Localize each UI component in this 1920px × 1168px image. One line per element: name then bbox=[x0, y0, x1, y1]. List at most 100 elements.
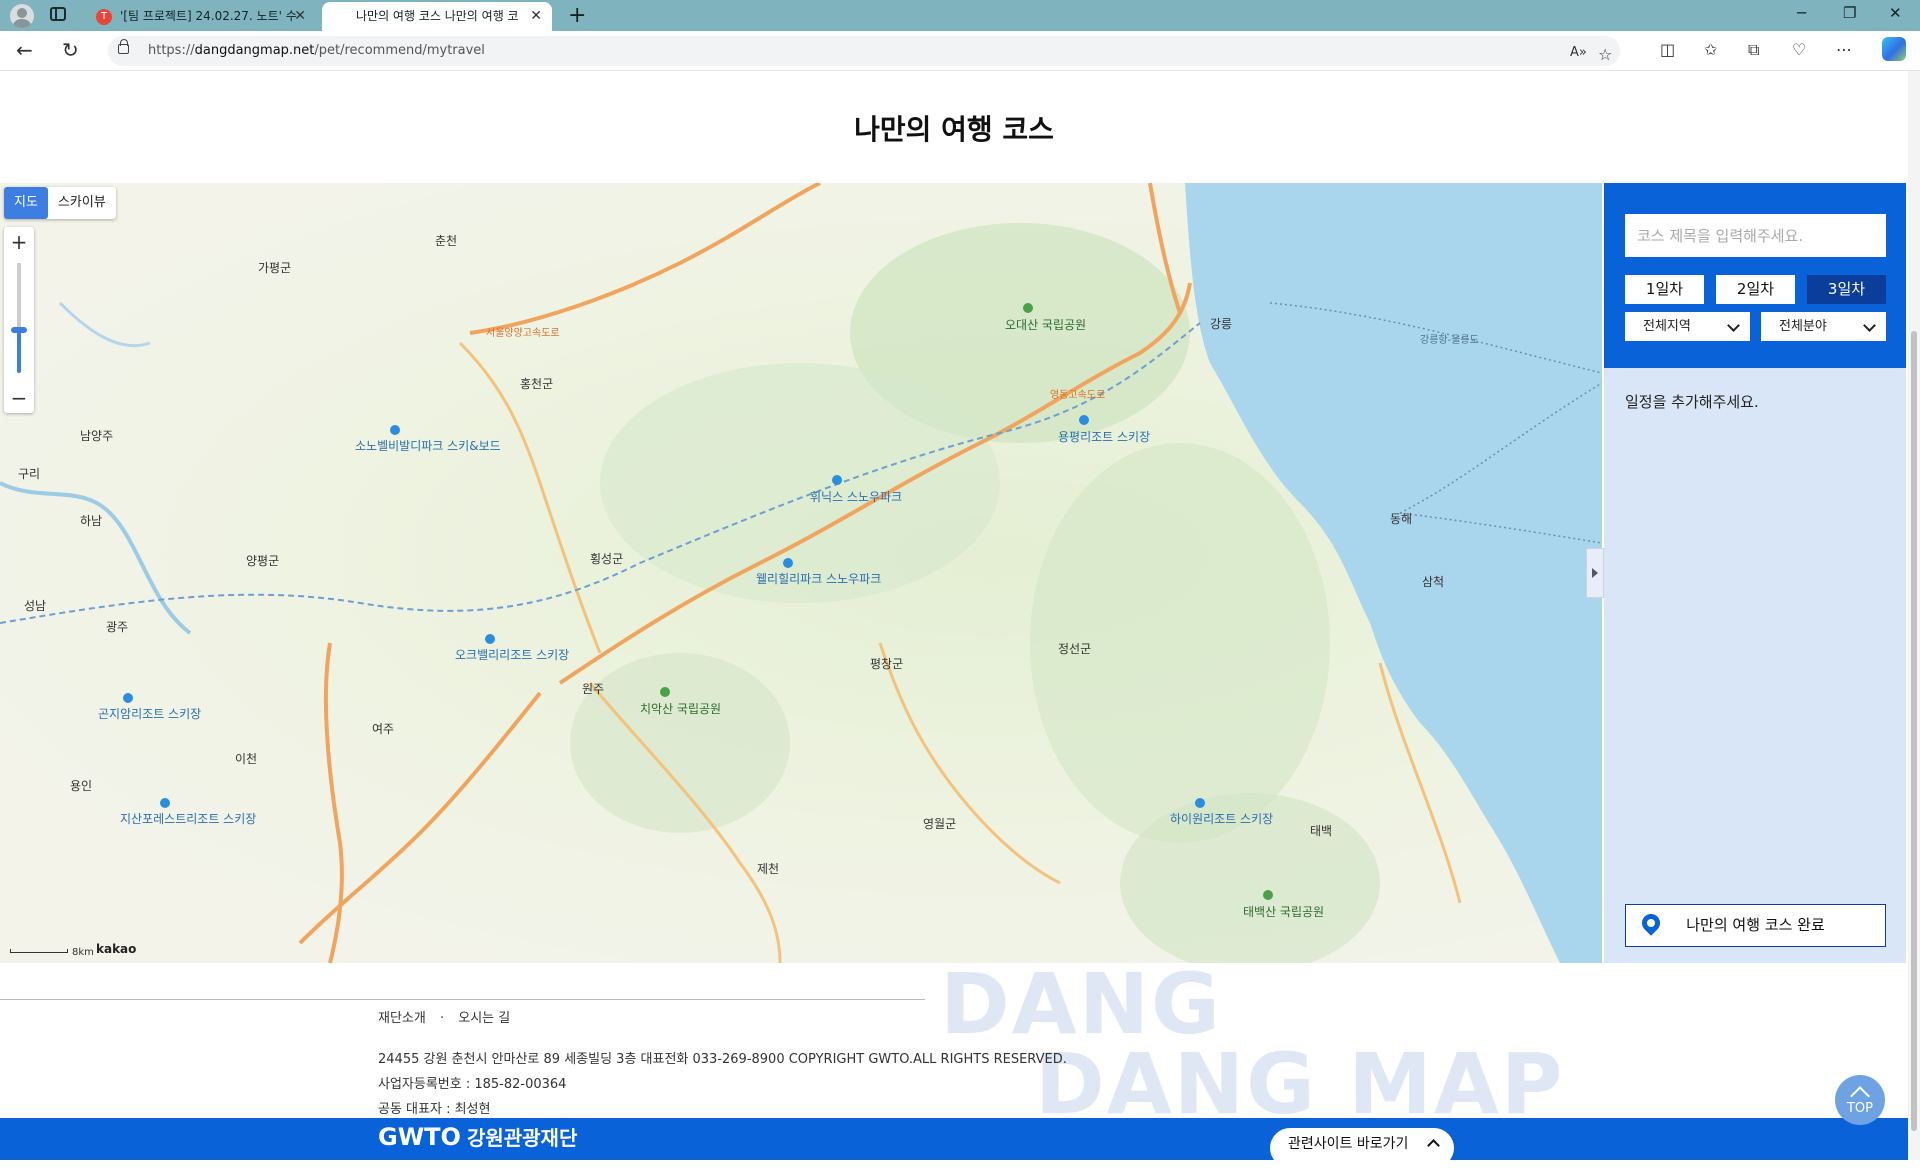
map-label-hongcheon: 홍천군 bbox=[520, 376, 553, 391]
map-label-pyeongchang: 평창군 bbox=[870, 657, 903, 671]
footer-divider bbox=[0, 999, 925, 1000]
zoom-in-button[interactable]: + bbox=[4, 227, 34, 257]
map-label-oakvalley: 오크밸리리조트 스키장 bbox=[455, 648, 569, 662]
map-label-wellihilli: 웰리힐리파크 스노우파크 bbox=[756, 572, 881, 586]
profile-avatar-icon[interactable] bbox=[10, 4, 34, 28]
browser-address-bar: ← ↻ https://dangdangmap.net/pet/recommen… bbox=[0, 31, 1920, 71]
map-label-hanam: 하남 bbox=[80, 514, 102, 528]
copilot-icon[interactable] bbox=[1882, 37, 1906, 61]
map-label-gapyeong: 가평군 bbox=[258, 261, 291, 275]
kakao-logo: kakao bbox=[96, 942, 137, 956]
gwto-logo: GWTO 강원관광재단 bbox=[378, 1123, 578, 1151]
window-close-icon[interactable]: ✕ bbox=[1889, 4, 1902, 22]
browser-essentials-icon[interactable]: ♡ bbox=[1792, 40, 1806, 59]
course-panel-header: 1일차 2일차 3일차 전체지역 전체분야 bbox=[1604, 183, 1906, 368]
map-label-odaesan: 오대산 국립공원 bbox=[1005, 318, 1086, 332]
map-label-yeoju: 여주 bbox=[372, 722, 394, 736]
new-tab-icon[interactable]: + bbox=[568, 3, 586, 29]
browser-tab-mytravel[interactable]: 나만의 여행 코스 나만의 여행 코 ✕ bbox=[322, 2, 552, 31]
footer-link-directions[interactable]: 오시는 길 bbox=[458, 1011, 510, 1026]
map-label-seoulyangyang-expressway: 서울양양고속도로 bbox=[486, 327, 560, 339]
category-select[interactable]: 전체분야 bbox=[1761, 312, 1886, 341]
map-label-yongpyong: 용평리조트 스키장 bbox=[1058, 430, 1150, 444]
read-aloud-icon[interactable]: A» bbox=[1570, 45, 1587, 60]
chevron-down-icon bbox=[1863, 319, 1876, 332]
map-label-ferry-route: 강릉항-울릉도 bbox=[1420, 334, 1479, 346]
chevron-up-icon bbox=[1427, 1139, 1440, 1152]
map-label-yangpyeong: 양평군 bbox=[246, 554, 279, 568]
footer-business-no: 사업자등록번호 : 185-82-00364 bbox=[378, 1077, 567, 1092]
map-pin-icon bbox=[1638, 910, 1664, 936]
map-view[interactable]: 춘천 강릉 홍천군 횡성군 원주 평창군 정선군 동해 삼척 영월군 제천 태백… bbox=[0, 183, 1602, 963]
map-canvas: 춘천 강릉 홍천군 횡성군 원주 평창군 정선군 동해 삼척 영월군 제천 태백… bbox=[0, 183, 1602, 963]
refresh-icon[interactable]: ↻ bbox=[62, 39, 79, 61]
back-icon[interactable]: ← bbox=[16, 39, 33, 61]
zoom-slider-handle[interactable] bbox=[11, 327, 27, 333]
browser-tab-notes[interactable]: T '[팀 프로젝트] 24.02.27. 노트' 수 ✕ bbox=[86, 2, 316, 31]
map-label-jisan: 지산포레스트리조트 스키장 bbox=[120, 812, 256, 826]
map-label-konjiam: 곤지암리조트 스키장 bbox=[98, 707, 201, 721]
complete-course-label: 나만의 여행 코스 완료 bbox=[1686, 916, 1825, 934]
region-select-value: 전체지역 bbox=[1643, 319, 1691, 334]
tab-actions-icon[interactable] bbox=[50, 7, 66, 21]
page-scrollbar[interactable] bbox=[1908, 71, 1920, 1160]
favorite-star-icon[interactable]: ☆ bbox=[1598, 45, 1612, 64]
map-label-taebaeksan: 태백산 국립공원 bbox=[1243, 905, 1324, 919]
map-type-map-button[interactable]: 지도 bbox=[4, 187, 48, 219]
map-label-jecheon: 제천 bbox=[757, 861, 779, 876]
footer-address: 24455 강원 춘천시 안마산로 89 세종빌딩 3층 대표전화 033-26… bbox=[378, 1052, 1067, 1067]
map-label-gwangju: 광주 bbox=[106, 620, 128, 634]
map-label-high1: 하이원리조트 스키장 bbox=[1170, 812, 1273, 826]
close-tab-icon[interactable]: ✕ bbox=[530, 2, 542, 31]
region-select[interactable]: 전체지역 bbox=[1625, 312, 1750, 341]
empty-schedule-message: 일정을 추가해주세요. bbox=[1625, 393, 1759, 411]
zoom-out-button[interactable]: − bbox=[4, 383, 34, 413]
day-3-button[interactable]: 3일차 bbox=[1807, 275, 1886, 304]
map-label-seongnam: 성남 bbox=[24, 599, 46, 613]
related-sites-label: 관련사이트 바로가기 bbox=[1288, 1136, 1409, 1152]
map-label-icheon: 이천 bbox=[235, 751, 257, 766]
map-label-chuncheon: 춘천 bbox=[435, 233, 457, 248]
map-label-taebaek: 태백 bbox=[1310, 824, 1332, 838]
map-scale-label: 8km bbox=[72, 947, 94, 958]
split-screen-icon[interactable]: ◫ bbox=[1660, 40, 1675, 59]
related-sites-button[interactable]: 관련사이트 바로가기 bbox=[1270, 1128, 1454, 1168]
complete-course-button[interactable]: 나만의 여행 코스 완료 bbox=[1625, 904, 1886, 947]
chevron-down-icon bbox=[1727, 319, 1740, 332]
map-label-yeongdong-expressway: 영동고속도로 bbox=[1050, 389, 1105, 401]
lock-icon bbox=[118, 39, 129, 54]
map-label-hoengseong: 횡성군 bbox=[590, 552, 623, 566]
course-title-input[interactable] bbox=[1625, 214, 1886, 257]
day-1-button[interactable]: 1일차 bbox=[1625, 275, 1704, 304]
panel-collapse-button[interactable] bbox=[1586, 548, 1604, 598]
map-label-wonju: 원주 bbox=[582, 682, 604, 696]
scrollbar-thumb[interactable] bbox=[1911, 331, 1917, 1131]
tab-title: '[팀 프로젝트] 24.02.27. 노트' 수 bbox=[120, 9, 297, 23]
favorites-icon[interactable]: ✩ bbox=[1704, 40, 1717, 59]
minimize-icon[interactable]: ─ bbox=[1797, 4, 1806, 22]
map-label-sonovelvit: 소노벨비발디파크 스키&보드 bbox=[355, 439, 501, 453]
map-label-chiaksan: 치악산 국립공원 bbox=[640, 702, 721, 716]
close-tab-icon[interactable]: ✕ bbox=[294, 2, 306, 31]
footer-bar: GWTO 강원관광재단 관련사이트 바로가기 bbox=[0, 1118, 1908, 1168]
footer-separator: · bbox=[439, 1011, 445, 1026]
footer-link-about[interactable]: 재단소개 bbox=[378, 1011, 426, 1026]
scroll-top-button[interactable]: TOP bbox=[1835, 1075, 1885, 1125]
tab-title: 나만의 여행 코스 나만의 여행 코 bbox=[356, 9, 519, 23]
restore-icon[interactable]: ❐ bbox=[1843, 4, 1856, 22]
map-scale-bar bbox=[10, 949, 68, 953]
footer-ceo: 공동 대표자 : 최성현 bbox=[378, 1102, 491, 1117]
footer-links: 재단소개 · 오시는 길 bbox=[378, 1007, 520, 1026]
page-title: 나만의 여행 코스 bbox=[854, 113, 1054, 146]
map-label-jeongseon: 정선군 bbox=[1058, 642, 1091, 656]
url-text: https://dangdangmap.net/pet/recommend/my… bbox=[148, 43, 485, 58]
map-label-phoenix: 휘닉스 스노우파크 bbox=[810, 490, 902, 504]
zoom-control: + − bbox=[4, 227, 34, 413]
day-2-button[interactable]: 2일차 bbox=[1716, 275, 1795, 304]
map-label-samcheok: 삼척 bbox=[1422, 575, 1444, 589]
map-type-skyview-button[interactable]: 스카이뷰 bbox=[48, 187, 116, 219]
more-menu-icon[interactable]: ⋯ bbox=[1836, 40, 1852, 59]
course-panel: 1일차 2일차 3일차 전체지역 전체분야 일정을 추가해주세요. 나만의 여행… bbox=[1604, 183, 1906, 963]
collections-icon[interactable]: ⧉ bbox=[1748, 40, 1759, 60]
url-field[interactable]: https://dangdangmap.net/pet/recommend/my… bbox=[108, 36, 1620, 66]
